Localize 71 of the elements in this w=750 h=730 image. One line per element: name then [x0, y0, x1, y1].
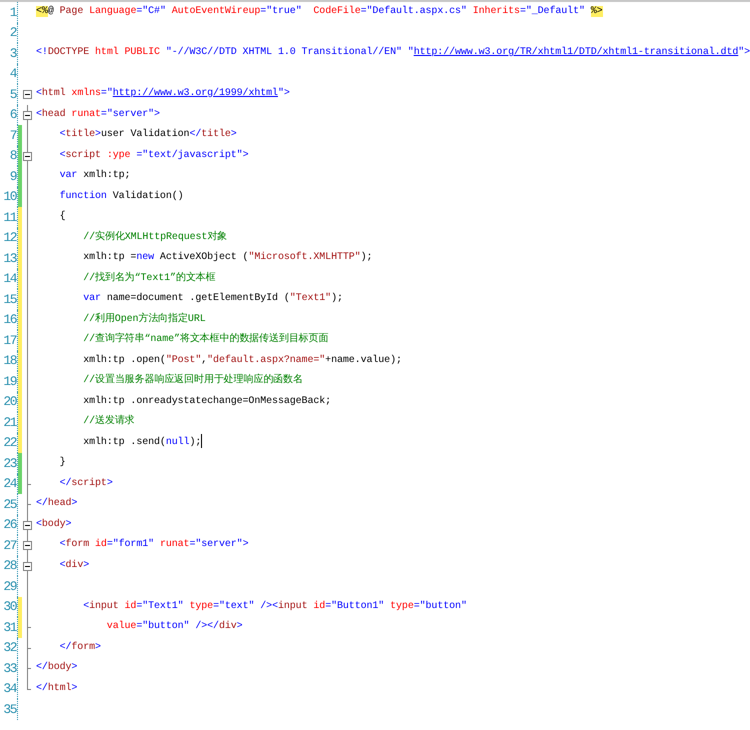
code-line: <script :ype ="text/javascript">: [58, 148, 248, 162]
code-line: //设置当服务器响应返回时用于处理响应的函数名: [82, 372, 303, 388]
collapse-icon[interactable]: [23, 520, 32, 530]
line-number: 17: [2, 332, 16, 348]
line-number: 35: [2, 702, 16, 717]
collapse-icon[interactable]: [23, 90, 32, 99]
line-number: 32: [2, 640, 16, 656]
line-number: 23: [2, 456, 16, 471]
line-number: 29: [2, 578, 16, 594]
code-line: <input id="Text1" type="text" /><input id="Button1" type="button": [82, 600, 467, 614]
code-line: <!DOCTYPE html PUBLIC "-//W3C//DTD XHTML 1.0 Transitional//EN" "http://www.w3.org/TR/xhtml1/DTD/xhtml1-transitional.dtd">: [36, 46, 750, 60]
code-line: <div>: [58, 558, 90, 572]
line-number: 9: [8, 168, 16, 184]
line-number: 4: [8, 66, 16, 82]
collapse-icon[interactable]: [23, 562, 32, 570]
code-line: function Validation(): [58, 190, 184, 204]
collapse-icon[interactable]: [23, 152, 32, 160]
code-line: </html>: [36, 682, 78, 696]
code-line: <head runat="server">: [36, 108, 160, 122]
line-number: 2: [8, 25, 16, 40]
line-number: 10: [2, 189, 16, 204]
code-line: </form>: [58, 640, 101, 654]
line-number: 31: [2, 620, 16, 635]
line-number: 8: [8, 148, 16, 164]
code-line: </head>: [36, 496, 78, 511]
code-line: }: [58, 456, 66, 470]
code-line: xmlh:tp .onreadystatechange=OnMessageBack;: [82, 394, 332, 408]
code-line: //找到名为“Text1”的文本框: [82, 270, 216, 286]
code-line: //实例化XMLHttpRequest对象: [82, 230, 228, 244]
line-number: 11: [2, 210, 16, 225]
line-number: 21: [2, 414, 16, 430]
code-line: xmlh:tp .send(null);: [36, 432, 202, 453]
code-line: var name=document .getElementById ("Text1");: [82, 292, 343, 306]
code-line: //利用Open方法向指定URL: [82, 312, 206, 326]
line-number: 27: [2, 538, 16, 553]
code-line: </script>: [58, 476, 113, 490]
line-number: 34: [2, 681, 16, 696]
line-number: 20: [2, 394, 16, 410]
line-number: 33: [2, 660, 16, 676]
code-line: //查询字符串“name”将文本框中的数据传送到目标页面: [82, 332, 328, 347]
line-number: 18: [2, 353, 16, 368]
line-number: 28: [2, 558, 16, 574]
line-number: 15: [2, 292, 16, 307]
line-number: 25: [2, 496, 16, 512]
code-line: //送发请求: [82, 414, 135, 429]
code-line: </body>: [36, 660, 78, 675]
line-number: 14: [2, 271, 16, 286]
line-number: 7: [8, 128, 16, 143]
collapse-icon[interactable]: [23, 541, 32, 550]
line-number: 12: [2, 230, 16, 246]
line-number: 3: [8, 46, 16, 61]
line-number: 16: [2, 312, 16, 328]
line-number: 26: [2, 517, 16, 532]
line-number: 5: [8, 86, 16, 102]
line-number: 13: [2, 250, 16, 266]
line-number: 22: [2, 435, 16, 450]
line-number: 24: [2, 476, 16, 492]
code-line: <title>user Validation</title>: [58, 128, 237, 142]
code-line: xmlh:tp =new ActiveXObject ("Microsoft.XMLHTTP");: [82, 250, 372, 265]
collapse-icon[interactable]: [23, 110, 32, 120]
code-line: {: [58, 210, 66, 224]
code-line: xmlh:tp .open("Post","default.aspx?name="+name.value);: [82, 354, 402, 368]
code-line: <body>: [36, 518, 72, 532]
line-number: 19: [2, 374, 16, 389]
code-line: <html xmlns="http://www.w3.org/1999/xhtml">: [36, 86, 290, 101]
line-number: 30: [2, 599, 16, 614]
line-number: 1: [8, 4, 16, 20]
line-number: 6: [8, 107, 16, 122]
code-line: value="button" /></div>: [106, 620, 243, 634]
code-line: <form id="form1" runat="server">: [58, 538, 248, 552]
code-line: var xmlh:tp;: [58, 168, 130, 183]
